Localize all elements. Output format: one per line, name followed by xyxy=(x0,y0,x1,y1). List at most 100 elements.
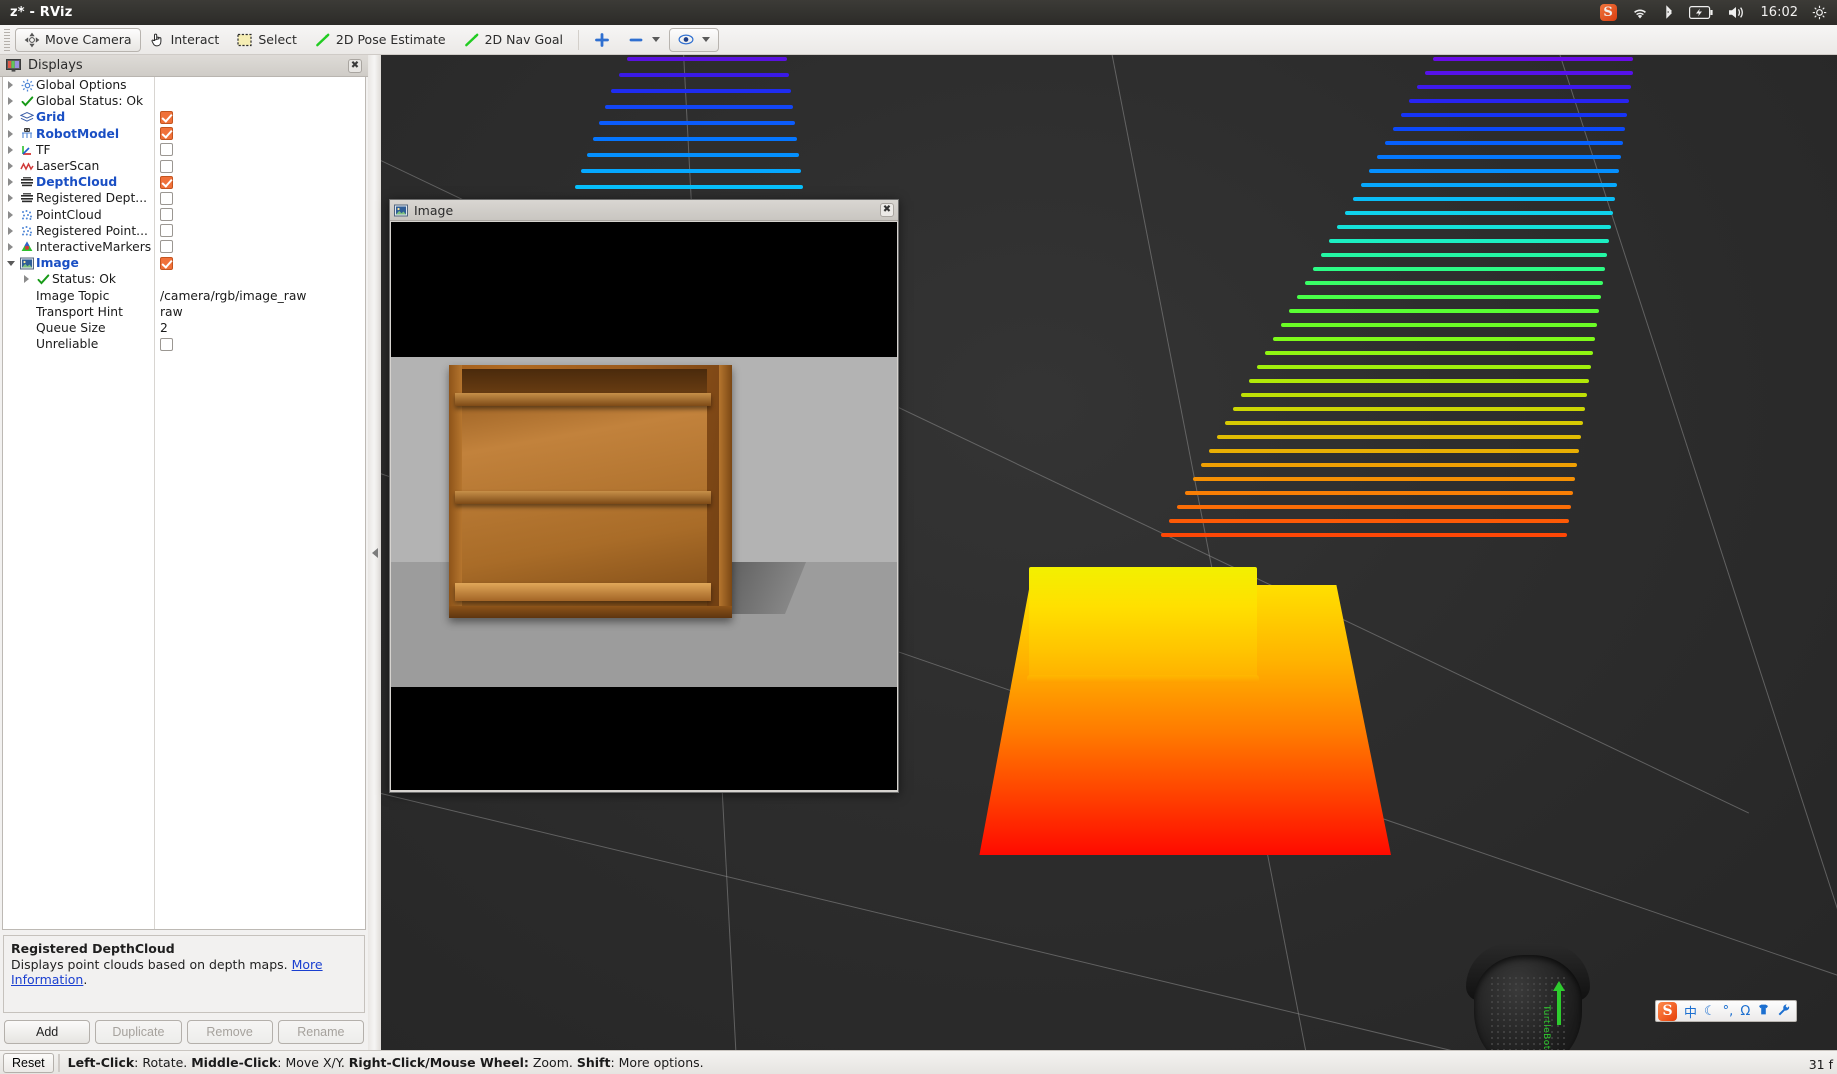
hint-action: Zoom. xyxy=(528,1055,577,1070)
tree-item-robotmodel[interactable]: RobotModel xyxy=(3,126,365,142)
displays-tree[interactable]: Global Options Global Status: Ok Grid Ro… xyxy=(2,77,366,930)
visibility-tool-button[interactable] xyxy=(669,27,719,52)
property-unreliable[interactable]: Unreliable xyxy=(3,336,365,352)
tree-item-global-status[interactable]: Global Status: Ok xyxy=(3,93,365,109)
hint-key: Shift xyxy=(576,1055,611,1070)
tree-item-label: DepthCloud xyxy=(36,175,118,190)
clock[interactable]: 16:02 xyxy=(1761,5,1798,20)
add-button[interactable]: Add xyxy=(4,1020,91,1044)
property-value[interactable]: 2 xyxy=(160,321,168,335)
interactive-markers-icon xyxy=(18,240,36,253)
close-icon[interactable]: ✖ xyxy=(880,203,894,217)
expand-arrow-icon[interactable] xyxy=(3,162,18,171)
close-icon[interactable]: ✖ xyxy=(348,58,362,73)
tool-interact[interactable]: Interact xyxy=(141,28,229,52)
duplicate-button[interactable]: Duplicate xyxy=(95,1020,182,1044)
sogou-punct-icon[interactable]: °, xyxy=(1723,1004,1734,1019)
expand-arrow-icon[interactable] xyxy=(3,129,18,138)
unreliable-checkbox[interactable] xyxy=(160,337,173,351)
system-tray: S 16:02 xyxy=(1599,4,1837,21)
visibility-checkbox[interactable] xyxy=(160,224,173,238)
sogou-tools-icon[interactable] xyxy=(1777,1003,1790,1020)
check-icon xyxy=(18,95,36,108)
hint-key: Left-Click xyxy=(67,1055,135,1070)
visibility-checkbox[interactable] xyxy=(160,191,173,205)
expand-arrow-icon[interactable] xyxy=(3,97,18,106)
visibility-checkbox[interactable] xyxy=(160,127,173,141)
property-transport-hint[interactable]: Transport Hint raw xyxy=(3,304,365,320)
tool-2d-nav-goal[interactable]: 2D Nav Goal xyxy=(455,28,572,52)
tool-move-camera[interactable]: Move Camera xyxy=(15,27,141,52)
reset-button[interactable]: Reset xyxy=(3,1052,54,1073)
wifi-icon[interactable] xyxy=(1631,6,1649,20)
chevron-down-icon[interactable] xyxy=(702,37,710,42)
laserscan-icon xyxy=(18,161,36,172)
expand-arrow-icon[interactable] xyxy=(3,113,18,122)
expand-arrow-icon[interactable] xyxy=(3,194,18,203)
visibility-checkbox[interactable] xyxy=(160,208,173,222)
bookshelf-shelf-middle xyxy=(455,491,711,504)
property-queue-size[interactable]: Queue Size 2 xyxy=(3,320,365,336)
expand-arrow-icon[interactable] xyxy=(3,178,18,187)
description-title: Registered DepthCloud xyxy=(11,941,175,956)
visibility-checkbox[interactable] xyxy=(160,240,173,254)
expand-arrow-icon[interactable] xyxy=(19,275,34,284)
gear-icon xyxy=(18,79,36,92)
display-description: Registered DepthCloud Displays point clo… xyxy=(3,935,365,1013)
collapse-arrow-icon[interactable] xyxy=(3,260,18,266)
panel-splitter[interactable] xyxy=(368,55,381,1050)
expand-arrow-icon[interactable] xyxy=(3,226,18,235)
tree-item-label: Status: Ok xyxy=(52,272,117,287)
image-window-titlebar[interactable]: Image ✖ xyxy=(390,200,898,221)
property-value[interactable]: /camera/rgb/image_raw xyxy=(160,289,306,303)
tree-item-image-status[interactable]: Status: Ok xyxy=(3,271,365,287)
expand-arrow-icon[interactable] xyxy=(3,81,18,90)
property-image-topic[interactable]: Image Topic /camera/rgb/image_raw xyxy=(3,287,365,303)
chevron-down-icon[interactable] xyxy=(652,37,660,42)
sogou-lang-toggle[interactable]: 中 xyxy=(1684,1002,1697,1021)
bluetooth-icon[interactable] xyxy=(1663,4,1675,21)
visibility-checkbox[interactable] xyxy=(160,159,173,173)
sogou-input-toolbar[interactable]: S 中 ☾ °, Ω xyxy=(1655,1000,1798,1022)
tree-item-depthcloud[interactable]: DepthCloud xyxy=(3,174,365,190)
sogou-moon-icon[interactable]: ☾ xyxy=(1704,1004,1716,1019)
visibility-checkbox[interactable] xyxy=(160,143,173,157)
sogou-logo-icon[interactable]: S xyxy=(1658,1001,1677,1021)
tree-item-tf[interactable]: TF xyxy=(3,142,365,158)
camera-image-scene xyxy=(391,357,897,687)
tree-item-grid[interactable]: Grid xyxy=(3,109,365,125)
property-value[interactable]: raw xyxy=(160,305,183,319)
visibility-checkbox[interactable] xyxy=(160,256,173,270)
sogou-tray-icon[interactable]: S xyxy=(1599,4,1617,21)
tree-item-global-options[interactable]: Global Options xyxy=(3,77,365,93)
collapse-panel-icon xyxy=(371,547,378,558)
sogou-symbol-icon[interactable]: Ω xyxy=(1740,1004,1750,1019)
tool-2d-pose-estimate[interactable]: 2D Pose Estimate xyxy=(306,28,455,52)
gear-icon[interactable] xyxy=(1812,5,1827,20)
tree-item-registered-depthcloud[interactable]: Registered Dept... xyxy=(3,190,365,206)
bookshelf-right-side xyxy=(719,365,732,618)
rename-button[interactable]: Rename xyxy=(277,1020,364,1044)
toolbar-drag-handle[interactable] xyxy=(2,28,12,51)
remove-button[interactable]: Remove xyxy=(186,1020,273,1044)
sogou-skin-icon[interactable] xyxy=(1757,1003,1770,1020)
tool-select[interactable]: Select xyxy=(228,28,306,52)
tree-item-registered-pointcloud[interactable]: Registered Point... xyxy=(3,223,365,239)
tree-item-image[interactable]: Image xyxy=(3,255,365,271)
expand-arrow-icon[interactable] xyxy=(3,210,18,219)
expand-arrow-icon[interactable] xyxy=(3,145,18,154)
visibility-checkbox[interactable] xyxy=(160,110,173,124)
depthcloud-icon xyxy=(18,176,36,188)
tree-item-interactivemarkers[interactable]: InteractiveMarkers xyxy=(3,239,365,255)
expand-arrow-icon[interactable] xyxy=(3,242,18,251)
tree-item-label: PointCloud xyxy=(36,207,102,222)
visibility-checkbox[interactable] xyxy=(160,175,173,189)
image-window[interactable]: Image ✖ xyxy=(389,199,899,793)
tree-item-pointcloud[interactable]: PointCloud xyxy=(3,207,365,223)
battery-icon[interactable] xyxy=(1688,6,1713,19)
tree-item-laserscan[interactable]: LaserScan xyxy=(3,158,365,174)
depthcloud-right-wedge xyxy=(1161,55,1761,615)
remove-tool-button[interactable] xyxy=(619,28,669,52)
volume-icon[interactable] xyxy=(1727,5,1747,20)
add-tool-button[interactable] xyxy=(585,28,619,52)
